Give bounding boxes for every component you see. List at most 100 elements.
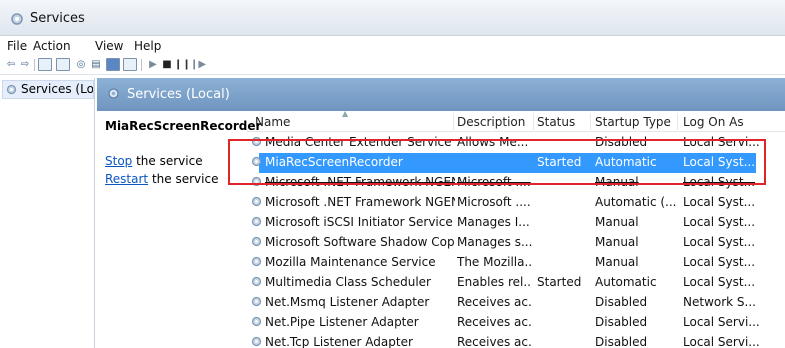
service-gear-icon: [251, 236, 262, 247]
services-gear-icon: [108, 88, 119, 99]
cell-description: Manages I...: [457, 215, 530, 229]
cell-description: Receives ac...: [457, 335, 532, 348]
back-icon[interactable]: ⇦: [4, 58, 18, 71]
forward-icon[interactable]: ⇨: [18, 58, 32, 71]
table-row[interactable]: MiaRecScreenRecorder Started Automatic Loca…: [247, 153, 785, 173]
cell-log-on-as: Local Syst...: [683, 175, 756, 189]
service-gear-icon: [251, 136, 262, 147]
pane-title: Services (Local): [127, 87, 230, 102]
export-list-icon[interactable]: ▤: [89, 58, 103, 71]
stop-action-text: the service: [132, 154, 203, 168]
show-hide-tree-icon[interactable]: [38, 58, 52, 71]
service-gear-icon: [251, 176, 262, 187]
menu-help[interactable]: Help: [134, 39, 161, 53]
menu-bar: File Action View Help: [0, 37, 785, 55]
service-gear-icon: [251, 256, 262, 267]
cell-log-on-as: Local Syst...: [683, 195, 756, 209]
menu-action[interactable]: Action: [33, 39, 71, 53]
cell-name: Mozilla Maintenance Service: [265, 255, 436, 269]
cell-name: Microsoft Software Shadow Cop...: [265, 235, 455, 249]
toolbar: ⇦ ⇨ ◎ ▤ ▶ ■ ❙❙ ❙▶: [0, 55, 785, 75]
menu-view[interactable]: View: [95, 39, 123, 53]
cell-description: The Mozilla...: [457, 255, 532, 269]
pause-service-icon[interactable]: ❙❙: [174, 58, 191, 71]
cell-description: Allows Me...: [457, 135, 529, 149]
column-log-on-as[interactable]: Log On As: [683, 115, 744, 129]
pane-header: Services (Local): [97, 78, 785, 111]
cell-name: Multimedia Class Scheduler: [265, 275, 431, 289]
sort-ascending-icon: ▲: [342, 109, 349, 118]
table-row[interactable]: Net.Msmq Listener Adapter Receives ac... D…: [247, 293, 785, 313]
column-description[interactable]: Description: [457, 115, 525, 129]
cell-description: Receives ac...: [457, 315, 532, 329]
help-icon[interactable]: [106, 58, 120, 71]
table-row[interactable]: Microsoft .NET Framework NGEN... Microsof…: [247, 193, 785, 213]
cell-startup-type: Automatic: [595, 155, 657, 169]
cell-description: Microsoft ....: [457, 195, 531, 209]
table-row[interactable]: Mozilla Maintenance Service The Mozilla..…: [247, 253, 785, 273]
cell-startup-type: Automatic: [595, 275, 657, 289]
table-row[interactable]: Net.Tcp Listener Adapter Receives ac... Di…: [247, 333, 785, 348]
cell-startup-type: Manual: [595, 175, 639, 189]
restart-action: Restart the service: [105, 172, 218, 186]
service-gear-icon: [251, 196, 262, 207]
title-bar: Services: [0, 0, 785, 36]
service-gear-icon: [251, 276, 262, 287]
cell-startup-type: Manual: [595, 235, 639, 249]
table-row[interactable]: Microsoft .NET Framework NGEN... Microsof…: [247, 173, 785, 193]
service-gear-icon: [251, 336, 262, 347]
restart-service-icon[interactable]: ❙▶: [190, 58, 206, 71]
cell-name: Microsoft .NET Framework NGEN...: [265, 195, 455, 209]
cell-log-on-as: Network S...: [683, 295, 756, 309]
table-row[interactable]: Microsoft iSCSI Initiator Service Manages…: [247, 213, 785, 233]
table-row[interactable]: Net.Pipe Listener Adapter Receives ac... D…: [247, 313, 785, 333]
cell-status: Started: [537, 155, 582, 169]
table-row[interactable]: Microsoft Software Shadow Cop... Manages …: [247, 233, 785, 253]
cell-name: Microsoft .NET Framework NGEN...: [265, 175, 455, 189]
cell-description: Manages s...: [457, 235, 532, 249]
cell-log-on-as: Local Servi...: [683, 315, 760, 329]
restart-action-text: the service: [148, 172, 219, 186]
cell-name: Net.Msmq Listener Adapter: [265, 295, 430, 309]
service-gear-icon: [251, 156, 262, 167]
cell-name: Net.Pipe Listener Adapter: [265, 315, 419, 329]
tree-item-label: Services (Lo: [21, 82, 94, 96]
tree-item-services-local[interactable]: Services (Lo: [2, 80, 94, 99]
selected-service-name: MiaRecScreenRecorder: [105, 119, 262, 133]
column-startup-type[interactable]: Startup Type: [595, 115, 671, 129]
cell-startup-type: Disabled: [595, 335, 648, 348]
column-header-row: ▲ Name Description Status Startup Type L…: [247, 109, 785, 132]
cell-log-on-as: Local Servi...: [683, 135, 760, 149]
service-gear-icon: [251, 296, 262, 307]
cell-log-on-as: Local Syst...: [683, 155, 756, 169]
stop-link[interactable]: Stop: [105, 154, 132, 168]
cell-description: Enables rel...: [457, 275, 532, 289]
column-name[interactable]: Name: [255, 115, 290, 129]
table-row[interactable]: Multimedia Class Scheduler Enables rel...…: [247, 273, 785, 293]
stop-service-icon[interactable]: ■: [160, 58, 174, 71]
services-gear-icon: [6, 84, 17, 95]
cell-name: Media Center Extender Service: [265, 135, 452, 149]
show-action-pane-icon[interactable]: [123, 58, 137, 71]
cell-startup-type: Disabled: [595, 135, 648, 149]
console-tree: Services (Lo: [0, 78, 95, 348]
menu-file[interactable]: File: [7, 39, 27, 53]
cell-status: Started: [537, 275, 582, 289]
refresh-icon[interactable]: ◎: [74, 58, 88, 71]
service-gear-icon: [251, 316, 262, 327]
cell-log-on-as: Local Syst...: [683, 275, 756, 289]
service-gear-icon: [251, 216, 262, 227]
service-detail-pane: MiaRecScreenRecorder Stop the service Re…: [97, 111, 261, 348]
cell-startup-type: Automatic (...: [595, 195, 677, 209]
table-row[interactable]: Media Center Extender Service Allows Me..…: [247, 133, 785, 153]
properties-icon[interactable]: [56, 58, 70, 71]
cell-name: Microsoft iSCSI Initiator Service: [265, 215, 453, 229]
column-status[interactable]: Status: [537, 115, 575, 129]
start-service-icon[interactable]: ▶: [146, 58, 160, 71]
cell-description: Microsoft ....: [457, 175, 531, 189]
cell-name: MiaRecScreenRecorder: [265, 155, 403, 169]
cell-description: Receives ac...: [457, 295, 532, 309]
cell-log-on-as: Local Syst...: [683, 255, 756, 269]
cell-startup-type: Disabled: [595, 295, 648, 309]
restart-link[interactable]: Restart: [105, 172, 148, 186]
